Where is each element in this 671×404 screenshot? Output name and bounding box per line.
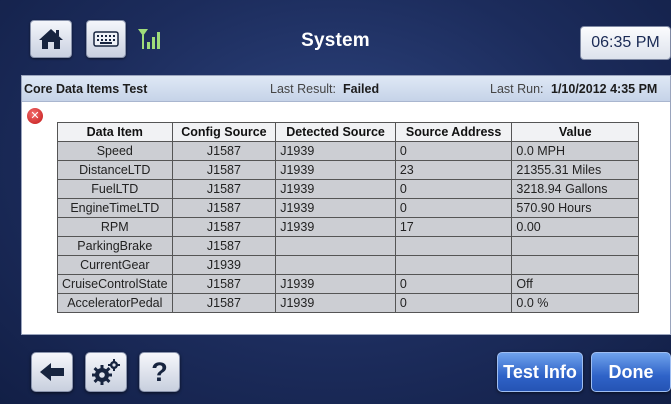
table-row: Speed J1587 J1939 0 0.0 MPH bbox=[57, 141, 639, 161]
table-row: RPM J1587 J1939 17 0.00 bbox=[57, 217, 639, 237]
table-row: CruiseControlState J1587 J1939 0 Off bbox=[57, 274, 639, 294]
detected-source-cell: J1939 bbox=[275, 198, 396, 218]
test-results-panel: Core Data Items Test Last Result: Failed… bbox=[21, 75, 671, 335]
last-result-value: Failed bbox=[343, 82, 380, 96]
source-address-cell: 17 bbox=[394, 217, 513, 237]
back-arrow-icon bbox=[40, 363, 64, 381]
data-item-cell: Speed bbox=[57, 141, 173, 161]
last-result-label: Last Result: bbox=[270, 82, 337, 96]
config-source-cell: J1587 bbox=[171, 293, 277, 313]
table-row: AcceleratorPedal J1587 J1939 0 0.0 % bbox=[57, 293, 639, 313]
value-cell bbox=[511, 255, 639, 275]
detected-source-cell: J1939 bbox=[275, 293, 396, 313]
source-address-cell: 0 bbox=[394, 274, 513, 294]
detected-source-cell: J1939 bbox=[275, 217, 396, 237]
detected-source-cell bbox=[275, 236, 396, 256]
source-address-cell: 23 bbox=[394, 160, 513, 180]
table-row: ParkingBrake J1587 bbox=[57, 236, 639, 256]
source-address-cell: 0 bbox=[394, 198, 513, 218]
value-cell: Off bbox=[511, 274, 639, 294]
last-run-label: Last Run: bbox=[490, 82, 544, 96]
config-source-cell: J1587 bbox=[171, 141, 277, 161]
data-item-cell: FuelLTD bbox=[57, 179, 173, 199]
source-address-cell: 0 bbox=[394, 141, 513, 161]
detected-source-cell: J1939 bbox=[275, 179, 396, 199]
value-cell bbox=[511, 236, 639, 256]
table-row: DistanceLTD J1587 J1939 23 21355.31 Miles bbox=[57, 160, 639, 180]
value-cell: 21355.31 Miles bbox=[511, 160, 639, 180]
column-header: Detected Source bbox=[275, 122, 396, 142]
config-source-cell: J1587 bbox=[171, 236, 277, 256]
settings-button[interactable] bbox=[85, 352, 127, 392]
value-cell: 0.0 % bbox=[511, 293, 639, 313]
config-source-cell: J1587 bbox=[171, 160, 277, 180]
panel-header: Core Data Items Test Last Result: Failed… bbox=[22, 76, 670, 102]
source-address-cell: 0 bbox=[394, 293, 513, 313]
help-button[interactable]: ? bbox=[139, 352, 180, 392]
back-button[interactable] bbox=[31, 352, 73, 392]
column-header: Value bbox=[511, 122, 639, 142]
settings-gears-icon bbox=[92, 359, 120, 385]
source-address-cell bbox=[394, 236, 513, 256]
data-item-cell: CruiseControlState bbox=[57, 274, 173, 294]
column-header: Config Source bbox=[171, 122, 277, 142]
config-source-cell: J1587 bbox=[171, 217, 277, 237]
value-cell: 0.0 MPH bbox=[511, 141, 639, 161]
data-item-cell: EngineTimeLTD bbox=[57, 198, 173, 218]
source-address-cell bbox=[394, 255, 513, 275]
data-item-cell: DistanceLTD bbox=[57, 160, 173, 180]
data-item-cell: AcceleratorPedal bbox=[57, 293, 173, 313]
last-run-value: 1/10/2012 4:35 PM bbox=[551, 82, 658, 96]
table-row: EngineTimeLTD J1587 J1939 0 570.90 Hours bbox=[57, 198, 639, 218]
config-source-cell: J1587 bbox=[171, 179, 277, 199]
config-source-cell: J1587 bbox=[171, 198, 277, 218]
data-items-table: Data Item Config Source Detected Source … bbox=[57, 122, 639, 313]
data-item-cell: ParkingBrake bbox=[57, 236, 173, 256]
table-row: FuelLTD J1587 J1939 0 3218.94 Gallons bbox=[57, 179, 639, 199]
config-source-cell: J1587 bbox=[171, 274, 277, 294]
detected-source-cell: J1939 bbox=[275, 160, 396, 180]
config-source-cell: J1939 bbox=[171, 255, 277, 275]
page-title: System bbox=[301, 30, 370, 51]
detected-source-cell: J1939 bbox=[275, 274, 396, 294]
table-row: CurrentGear J1939 bbox=[57, 255, 639, 275]
data-item-cell: RPM bbox=[57, 217, 173, 237]
table-header-row: Data Item Config Source Detected Source … bbox=[57, 122, 639, 142]
detected-source-cell: J1939 bbox=[275, 141, 396, 161]
value-cell: 3218.94 Gallons bbox=[511, 179, 639, 199]
column-header: Source Address bbox=[394, 122, 513, 142]
system-screen: System 06:35 PM Core Data Items Test Las… bbox=[0, 0, 671, 404]
column-header: Data Item bbox=[57, 122, 173, 142]
source-address-cell: 0 bbox=[394, 179, 513, 199]
data-item-cell: CurrentGear bbox=[57, 255, 173, 275]
test-info-button[interactable]: Test Info bbox=[497, 352, 583, 392]
value-cell: 0.00 bbox=[511, 217, 639, 237]
done-button[interactable]: Done bbox=[591, 352, 671, 392]
test-name: Core Data Items Test bbox=[24, 82, 148, 96]
error-x-icon: ✕ bbox=[27, 108, 43, 124]
top-bar: System 06:35 PM bbox=[0, 0, 671, 74]
clock-display: 06:35 PM bbox=[580, 26, 671, 60]
detected-source-cell bbox=[275, 255, 396, 275]
value-cell: 570.90 Hours bbox=[511, 198, 639, 218]
